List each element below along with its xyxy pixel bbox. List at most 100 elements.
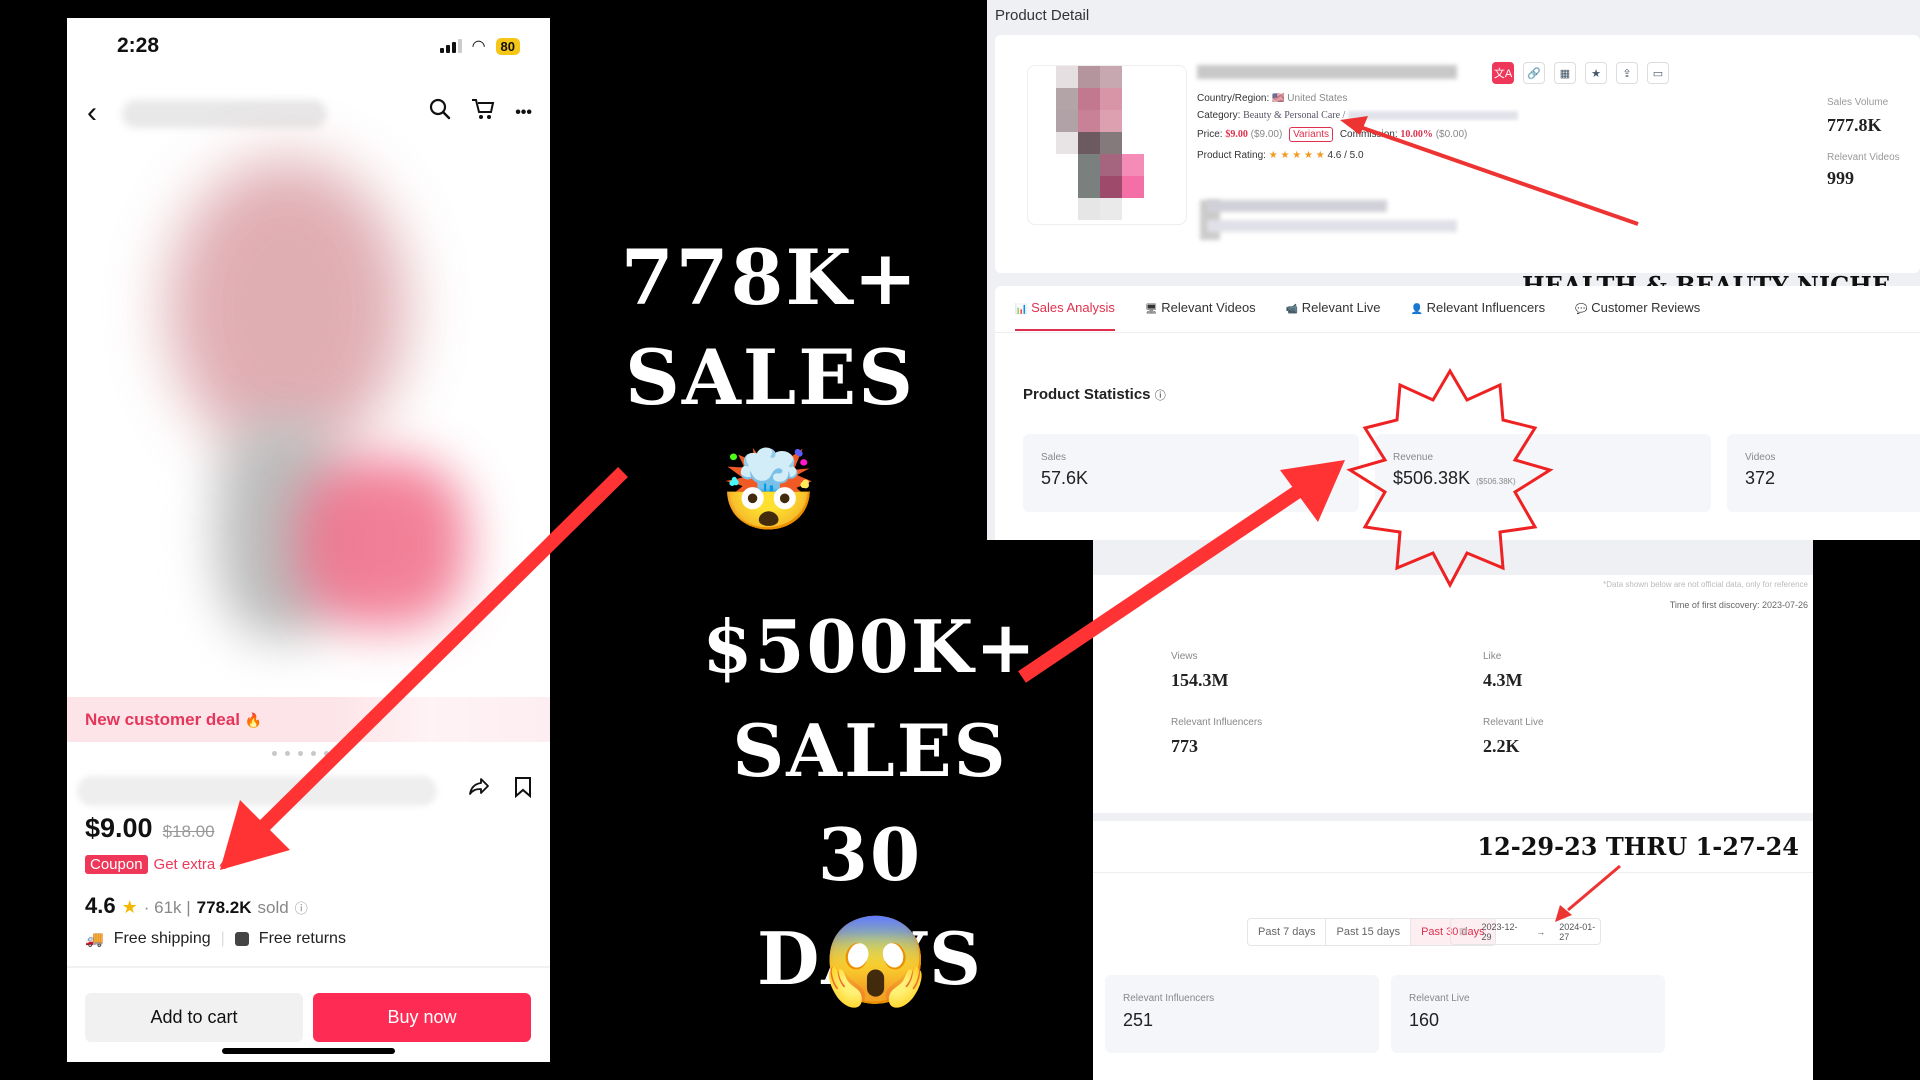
current-price: $9.00 [85,813,153,843]
coupon-badge: Coupon [85,855,148,874]
relevant-videos-label: Relevant Videos [1827,152,1900,163]
category-link[interactable]: Beauty & Personal Care / [1243,110,1345,121]
free-shipping: Free shipping [113,930,211,947]
back-icon[interactable]: ‹ [87,98,97,128]
rating-row: Product Rating: ★ ★ ★ ★ ★ 4.6 / 5.0 [1197,150,1364,161]
exploding-head-emoji: 🤯 [720,446,818,534]
country-row: Country/Region: 🇺🇸 United States [1197,93,1348,104]
review-count: · 61k | [143,898,191,917]
comment-icon: 💬 [1575,304,1588,315]
phone-screen: 2:28 ◠ 80 ‹ ••• New customer deal 🔥 $9.0… [67,18,550,1062]
product-action-icons: 文A 🔗 ▦ ★ ⇪ ▭ [1492,62,1669,84]
help-icon[interactable]: ⓘ [1155,390,1166,402]
stat-card-revenue: Revenue $506.38K ($506.38K) [1375,434,1711,512]
rating-value: 4.6 [85,893,116,918]
product-detail-panel: Product Detail 文A 🔗 ▦ ★ ⇪ ▭ Country/Regi… [987,0,1920,540]
carousel-dots [272,751,329,756]
blurred-seller-name [1207,200,1387,212]
sold-label: sold [257,898,289,917]
variants-button[interactable]: Variants [1289,127,1334,142]
screaming-face-emoji: 😱 [822,913,930,1009]
page-title: Product Detail [995,7,1090,24]
link-icon[interactable]: 🔗 [1523,62,1545,84]
first-discovery-date: Time of first discovery: 2023-07-26 [1669,600,1808,610]
tab-bar: 📊 Sales Analysis 🖥 Relevant Videos 📹 Rel… [1015,300,1700,331]
sold-count: 778.2K [196,898,252,917]
calendar-icon: ▤ [1459,926,1468,936]
info-icon[interactable]: ⓘ [295,898,308,917]
video-camera-icon: 📹 [1285,304,1299,315]
status-time: 2:28 [117,34,160,57]
tab-relevant-influencers[interactable]: 👤 Relevant Influencers [1411,300,1546,331]
blurred-product-name [1197,65,1457,79]
battery-indicator: 80 [495,37,520,55]
price-row: $9.00 $18.00 [85,813,215,844]
status-bar: 2:28 ◠ 80 [67,18,550,68]
views-label: Views [1171,651,1198,662]
disclaimer-text: *Data shown below are not official data,… [1603,580,1808,589]
end-date: 2024-01-27 [1559,921,1596,942]
stat-card-sales: Sales 57.6K [1023,434,1359,512]
status-icons: ◠ 80 [439,36,520,56]
range-card-influencers: Relevant Influencers 251 [1105,975,1379,1053]
monitor-icon: 🖥 [1144,304,1158,315]
headline-sales-count: 778K+ SALES [620,233,920,422]
overview-panel: *Data shown below are not official data,… [1093,540,1813,1080]
translate-icon[interactable]: 文A [1492,62,1514,84]
nav-bar: ‹ ••• [67,88,550,138]
search-icon[interactable] [429,98,451,127]
qr-code-icon[interactable]: ▦ [1554,62,1576,84]
influencers-value: 773 [1171,736,1198,756]
upload-icon[interactable]: ⇪ [1616,62,1638,84]
bookmark-icon[interactable] [514,776,532,804]
original-price: $18.00 [162,822,215,841]
cart-icon[interactable] [471,98,495,127]
coupon-row[interactable]: Coupon Get extra 4 [85,855,228,874]
date-range-picker[interactable]: ▤ 2023-12-29 → 2024-01-27 [1450,918,1601,945]
home-indicator [222,1048,395,1054]
blurred-product-name [77,776,437,806]
return-icon [234,932,249,946]
price-row: Price: $9.00 ($9.00) Variants Commission… [1197,127,1468,142]
category-row: Category: Beauty & Personal Care / [1197,110,1519,121]
wifi-icon: ◠ [471,38,486,55]
signal-icon [439,39,462,53]
truck-icon: 🚚 [85,931,104,948]
share-icon[interactable] [468,776,490,805]
tab-customer-reviews[interactable]: 💬 Customer Reviews [1575,300,1700,331]
us-flag-icon: 🇺🇸 [1272,93,1285,104]
analysis-card: 📊 Sales Analysis 🖥 Relevant Videos 📹 Rel… [995,286,1920,540]
product-summary-card: 文A 🔗 ▦ ★ ⇪ ▭ Country/Region: 🇺🇸 United S… [995,35,1920,300]
nav-actions: ••• [429,98,532,127]
range-card-live: Relevant Live 160 [1391,975,1665,1053]
start-date: 2023-12-29 [1481,921,1518,942]
coupon-text: Get extra 4 [153,856,228,873]
user-icon: 👤 [1410,304,1423,315]
product-thumbnail[interactable] [1027,65,1187,225]
new-customer-deal-banner[interactable]: New customer deal 🔥 [67,697,550,742]
like-label: Like [1483,651,1502,662]
range-15-days[interactable]: Past 15 days [1326,919,1412,945]
range-7-days[interactable]: Past 7 days [1248,919,1327,945]
chart-icon: 📊 [1015,304,1028,315]
blurred-title [122,100,327,128]
rating-stars: ★ ★ ★ ★ ★ [1268,150,1325,161]
buy-now-button[interactable]: Buy now [313,993,531,1042]
sales-volume-label: Sales Volume [1827,97,1889,108]
live-value: 2.2K [1483,736,1520,756]
product-image-blurred[interactable] [67,138,550,718]
tab-relevant-live[interactable]: 📹 Relevant Live [1286,300,1381,331]
shipping-row: 🚚 Free shipping | Free returns [85,930,346,948]
screen-icon[interactable]: ▭ [1647,62,1669,84]
more-icon[interactable]: ••• [515,104,532,122]
star-icon[interactable]: ★ [1585,62,1607,84]
relevant-videos-value: 999 [1827,168,1854,188]
stat-card-videos: Videos 372 [1727,434,1920,512]
like-value: 4.3M [1483,670,1523,690]
tab-relevant-videos[interactable]: 🖥 Relevant Videos [1145,300,1256,331]
free-returns: Free returns [258,930,346,947]
tab-sales-analysis[interactable]: 📊 Sales Analysis [1015,300,1115,331]
add-to-cart-button[interactable]: Add to cart [85,993,303,1042]
deal-label: New customer deal 🔥 [85,710,263,729]
arrow-icon: → [1536,926,1546,937]
